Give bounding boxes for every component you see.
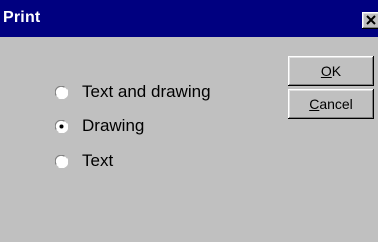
dialog-title: Print: [3, 9, 41, 26]
title-bar[interactable]: Print: [0, 0, 378, 37]
option-label: Text and drawing: [82, 82, 211, 101]
close-icon: [366, 15, 376, 25]
radio-unchecked-icon: [55, 154, 68, 168]
option-label: Text: [82, 151, 114, 170]
close-button[interactable]: [362, 12, 378, 29]
radio-unchecked-icon: [55, 85, 68, 99]
radio-button[interactable]: [55, 119, 68, 133]
cancel-button-label: Cancel: [309, 96, 353, 112]
cancel-button[interactable]: Cancel: [288, 89, 374, 119]
option-text[interactable]: Text: [55, 150, 113, 172]
print-dialog: Print Text and drawing Drawing Text OK C…: [0, 0, 378, 242]
radio-button[interactable]: [55, 85, 68, 99]
radio-button[interactable]: [55, 154, 68, 168]
radio-checked-icon: [55, 119, 68, 133]
ok-button-label: OK: [320, 63, 342, 79]
option-label: Drawing: [82, 116, 145, 135]
option-text-and-drawing[interactable]: Text and drawing: [55, 81, 211, 103]
option-drawing[interactable]: Drawing: [55, 115, 144, 137]
ok-button[interactable]: OK: [288, 56, 374, 86]
